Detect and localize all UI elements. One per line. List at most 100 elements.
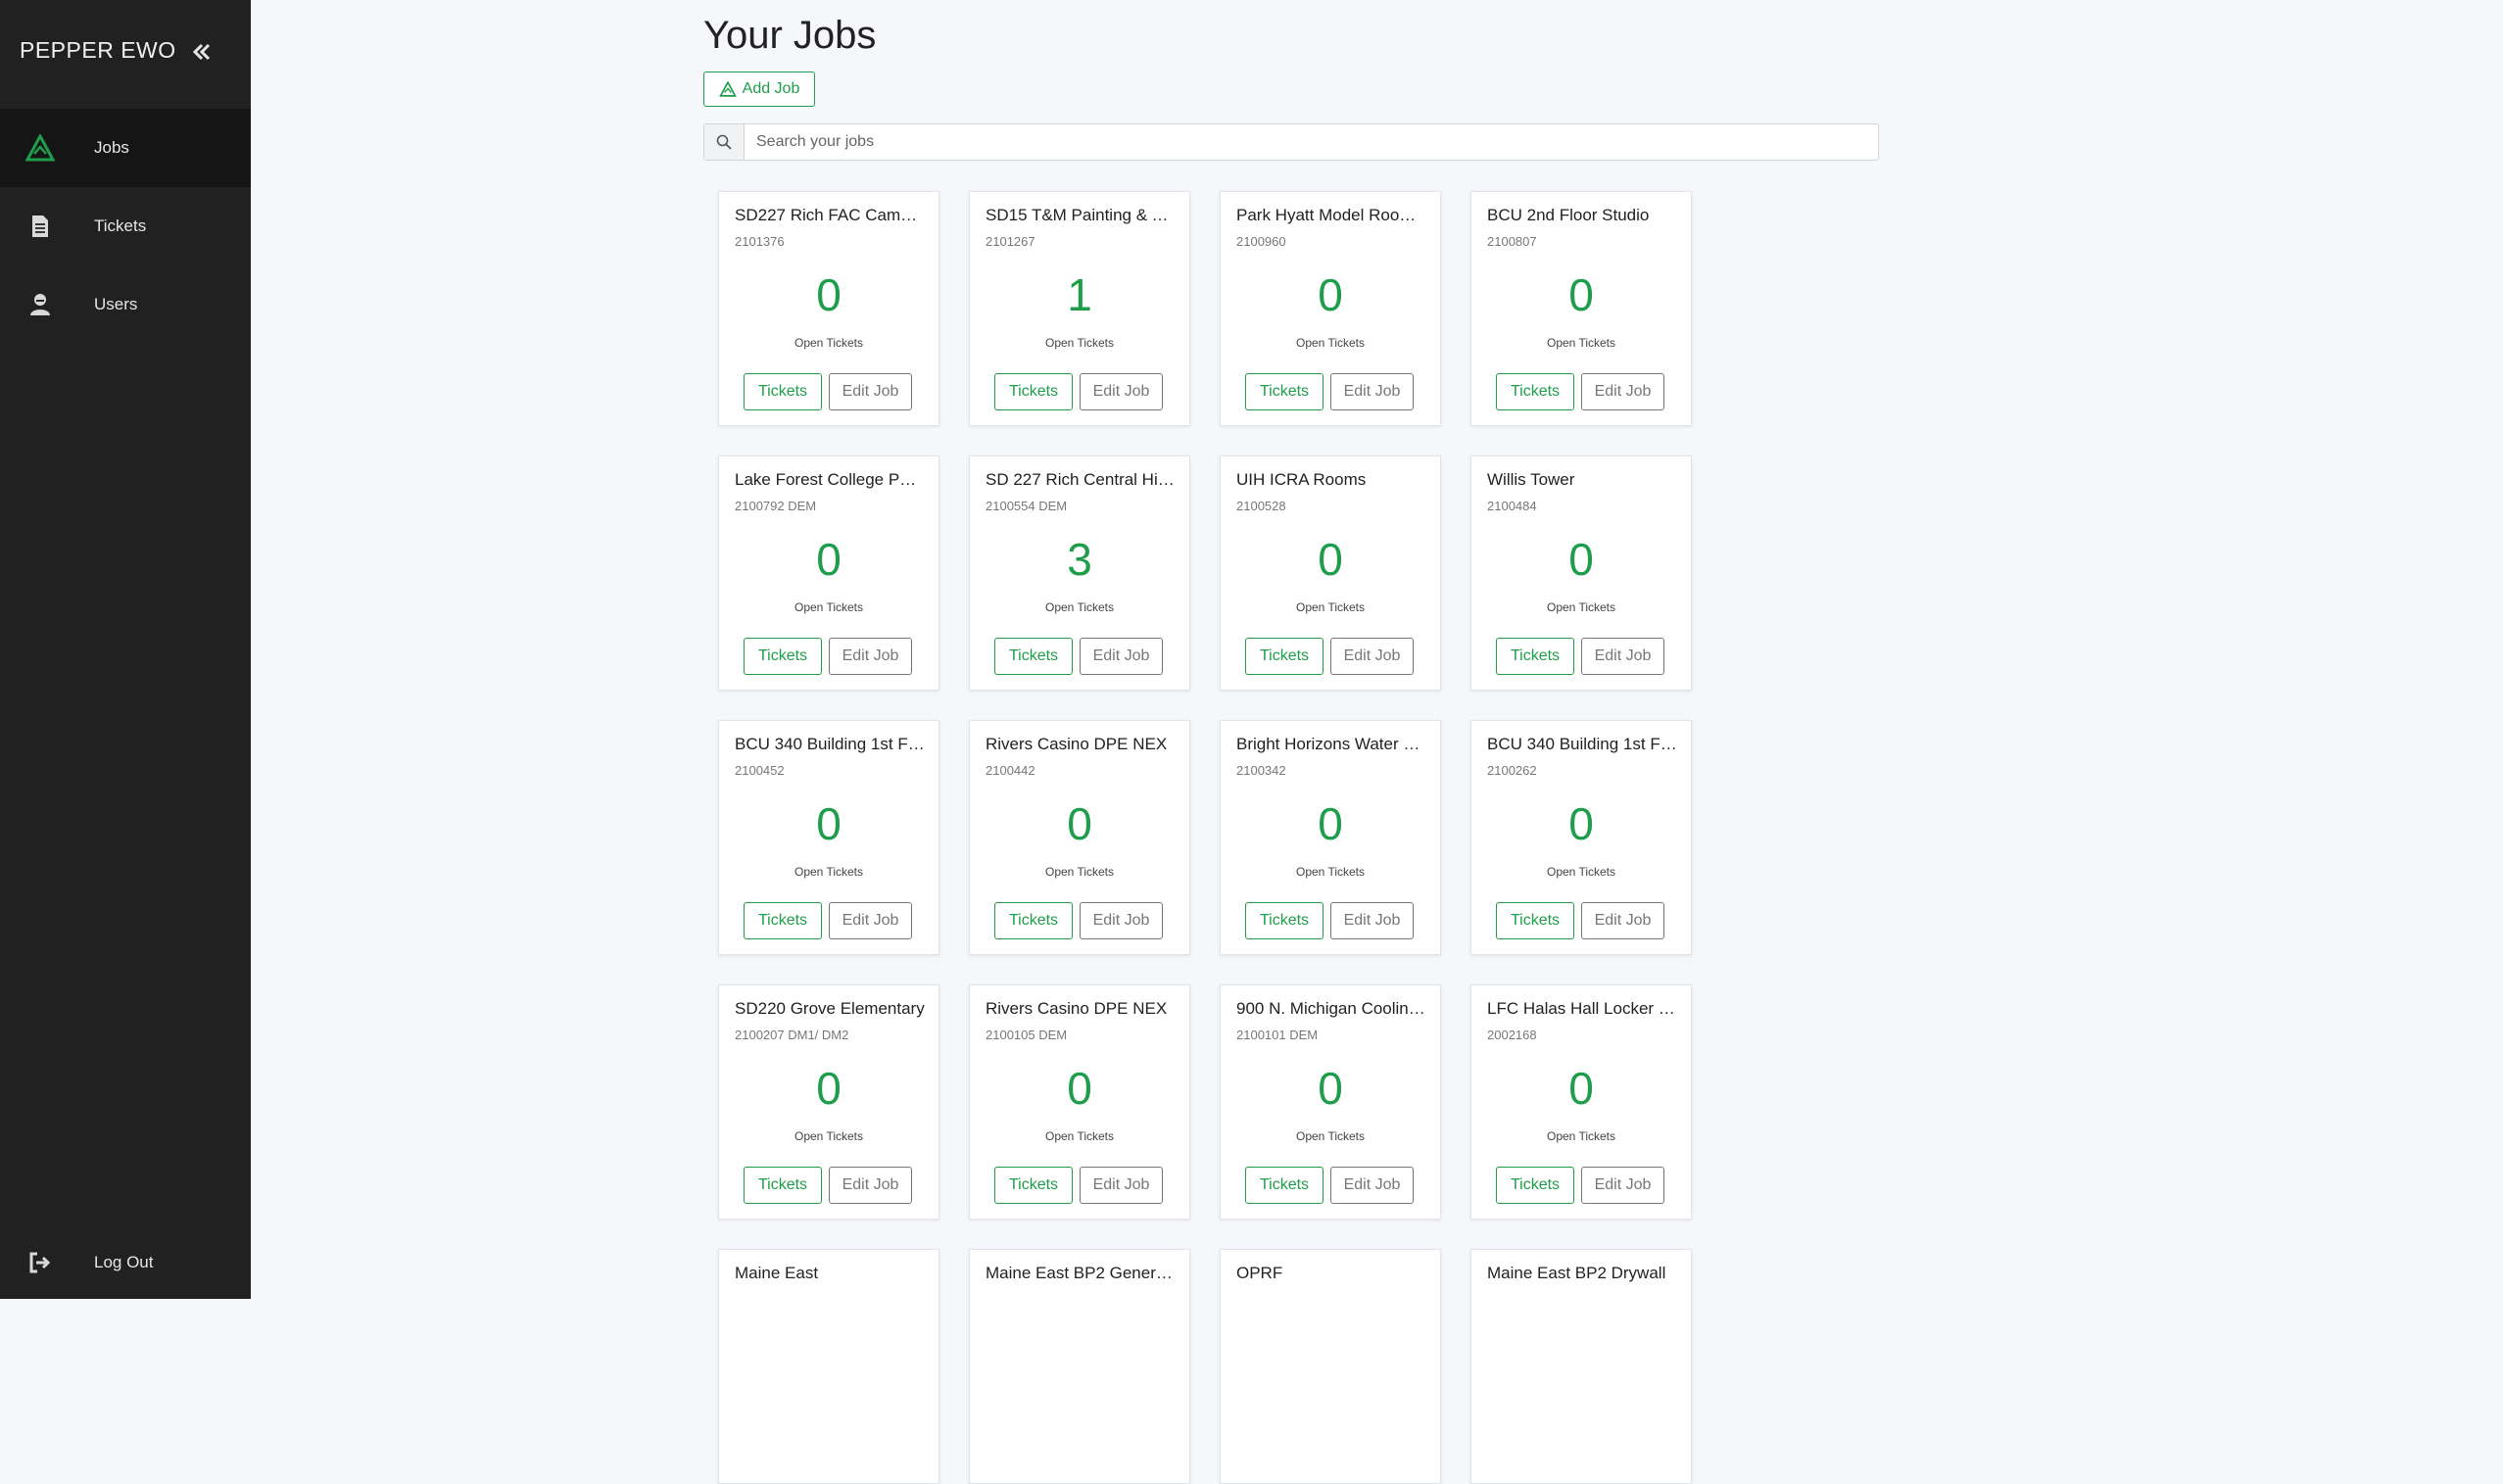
job-name: SD15 T&M Painting & Tap... [986, 206, 1176, 224]
open-tickets-label: Open Tickets [1044, 865, 1115, 879]
edit-job-button[interactable]: Edit Job [1581, 1167, 1664, 1204]
sidebar-item-label: Jobs [94, 138, 129, 157]
job-name: BCU 2nd Floor Studio [1487, 206, 1650, 224]
open-ticket-count: 0 [816, 534, 842, 585]
job-card: Maine East BP2 General ... [969, 1249, 1190, 1484]
edit-job-button[interactable]: Edit Job [1330, 638, 1414, 675]
search-input[interactable] [745, 124, 1878, 160]
open-ticket-count: 0 [1568, 1063, 1594, 1114]
job-name: Rivers Casino DPE NEX [986, 999, 1168, 1018]
open-ticket-count: 0 [816, 798, 842, 849]
job-name: BCU 340 Building 1st Flo... [1487, 735, 1677, 753]
job-name: SD227 Rich FAC Campus [735, 206, 925, 224]
open-tickets-label: Open Tickets [1546, 1129, 1616, 1143]
job-card: Willis Tower 2100484 0 Open Tickets Tick… [1470, 455, 1692, 691]
job-name: OPRF [1236, 1264, 1283, 1282]
job-name: Willis Tower [1487, 470, 1575, 489]
tickets-button[interactable]: Tickets [1496, 638, 1574, 675]
job-number: 2100554 DEM [986, 499, 1068, 513]
document-icon [25, 212, 55, 241]
job-card: BCU 2nd Floor Studio 2100807 0 Open Tick… [1470, 191, 1692, 426]
edit-job-button[interactable]: Edit Job [1330, 1167, 1414, 1204]
job-name: Bright Horizons Water D... [1236, 735, 1426, 753]
tickets-button[interactable]: Tickets [994, 902, 1073, 939]
open-tickets-label: Open Tickets [1295, 1129, 1366, 1143]
job-number: 2100807 [1487, 234, 1537, 249]
tickets-button[interactable]: Tickets [744, 1167, 822, 1204]
job-number: 2100960 [1236, 234, 1286, 249]
tickets-button[interactable]: Tickets [994, 638, 1073, 675]
edit-job-button[interactable]: Edit Job [1581, 902, 1664, 939]
job-card: UIH ICRA Rooms 2100528 0 Open Tickets Ti… [1220, 455, 1441, 691]
open-tickets-label: Open Tickets [1044, 336, 1115, 350]
tickets-button[interactable]: Tickets [744, 373, 822, 410]
tickets-button[interactable]: Tickets [1496, 373, 1574, 410]
job-name: Maine East BP2 Drywall [1487, 1264, 1666, 1282]
edit-job-button[interactable]: Edit Job [829, 902, 912, 939]
job-name: Park Hyatt Model Room ... [1236, 206, 1426, 224]
job-number: 2100105 DEM [986, 1028, 1068, 1042]
tickets-button[interactable]: Tickets [1245, 638, 1324, 675]
sidebar-item-label: Users [94, 295, 138, 313]
job-card: 900 N. Michigan Cooling ... 2100101 DEM … [1220, 984, 1441, 1220]
job-card: Bright Horizons Water D... 2100342 0 Ope… [1220, 720, 1441, 955]
open-ticket-count: 3 [1067, 534, 1092, 585]
job-card: LFC Halas Hall Locker R... 2002168 0 Ope… [1470, 984, 1692, 1220]
open-ticket-count: 0 [1318, 534, 1343, 585]
add-job-button[interactable]: Add Job [703, 72, 815, 107]
edit-job-button[interactable]: Edit Job [1080, 638, 1163, 675]
sidebar-item-jobs[interactable]: Jobs [0, 109, 251, 187]
user-icon [25, 290, 55, 319]
edit-job-button[interactable]: Edit Job [829, 638, 912, 675]
open-ticket-count: 1 [1067, 269, 1092, 320]
job-name: 900 N. Michigan Cooling ... [1236, 999, 1426, 1018]
tickets-button[interactable]: Tickets [1245, 373, 1324, 410]
open-ticket-count: 0 [1067, 798, 1092, 849]
tickets-button[interactable]: Tickets [1245, 1167, 1324, 1204]
sidebar: PEPPER EWO Jobs Tickets Users Log Out [0, 0, 251, 1299]
edit-job-button[interactable]: Edit Job [1581, 638, 1664, 675]
job-number: 2100452 [735, 763, 785, 778]
logout-button[interactable]: Log Out [0, 1223, 251, 1302]
edit-job-button[interactable]: Edit Job [1330, 902, 1414, 939]
tickets-button[interactable]: Tickets [994, 373, 1073, 410]
job-name: Lake Forest College Por... [735, 470, 925, 489]
edit-job-button[interactable]: Edit Job [1080, 373, 1163, 410]
sidebar-item-users[interactable]: Users [0, 265, 251, 344]
job-number: 2100528 [1236, 499, 1286, 513]
tickets-button[interactable]: Tickets [994, 1167, 1073, 1204]
tickets-button[interactable]: Tickets [1496, 1167, 1574, 1204]
job-number: 2002168 [1487, 1028, 1537, 1042]
open-tickets-label: Open Tickets [794, 336, 864, 350]
job-card: SD15 T&M Painting & Tap... 2101267 1 Ope… [969, 191, 1190, 426]
edit-job-button[interactable]: Edit Job [1581, 373, 1664, 410]
edit-job-button[interactable]: Edit Job [1080, 902, 1163, 939]
job-number: 2100792 DEM [735, 499, 817, 513]
job-name: SD220 Grove Elementary [735, 999, 925, 1018]
sidebar-item-label: Tickets [94, 216, 147, 235]
tickets-button[interactable]: Tickets [1496, 902, 1574, 939]
edit-job-button[interactable]: Edit Job [1080, 1167, 1163, 1204]
job-name: LFC Halas Hall Locker R... [1487, 999, 1677, 1018]
open-tickets-label: Open Tickets [794, 600, 864, 614]
open-tickets-label: Open Tickets [1295, 336, 1366, 350]
job-card: Maine East BP2 Drywall [1470, 1249, 1692, 1484]
open-ticket-count: 0 [1318, 1063, 1343, 1114]
job-name: Rivers Casino DPE NEX [986, 735, 1168, 753]
open-ticket-count: 0 [1318, 269, 1343, 320]
open-ticket-count: 0 [816, 1063, 842, 1114]
sidebar-item-tickets[interactable]: Tickets [0, 187, 251, 265]
edit-job-button[interactable]: Edit Job [829, 373, 912, 410]
open-tickets-label: Open Tickets [1295, 600, 1366, 614]
edit-job-button[interactable]: Edit Job [1330, 373, 1414, 410]
open-ticket-count: 0 [1318, 798, 1343, 849]
tickets-button[interactable]: Tickets [744, 638, 822, 675]
collapse-sidebar-icon[interactable] [190, 40, 214, 64]
logout-label: Log Out [94, 1253, 154, 1271]
tickets-button[interactable]: Tickets [744, 902, 822, 939]
open-ticket-count: 0 [1067, 1063, 1092, 1114]
tickets-button[interactable]: Tickets [1245, 902, 1324, 939]
open-tickets-label: Open Tickets [1546, 336, 1616, 350]
job-name: BCU 340 Building 1st Flo... [735, 735, 925, 753]
edit-job-button[interactable]: Edit Job [829, 1167, 912, 1204]
